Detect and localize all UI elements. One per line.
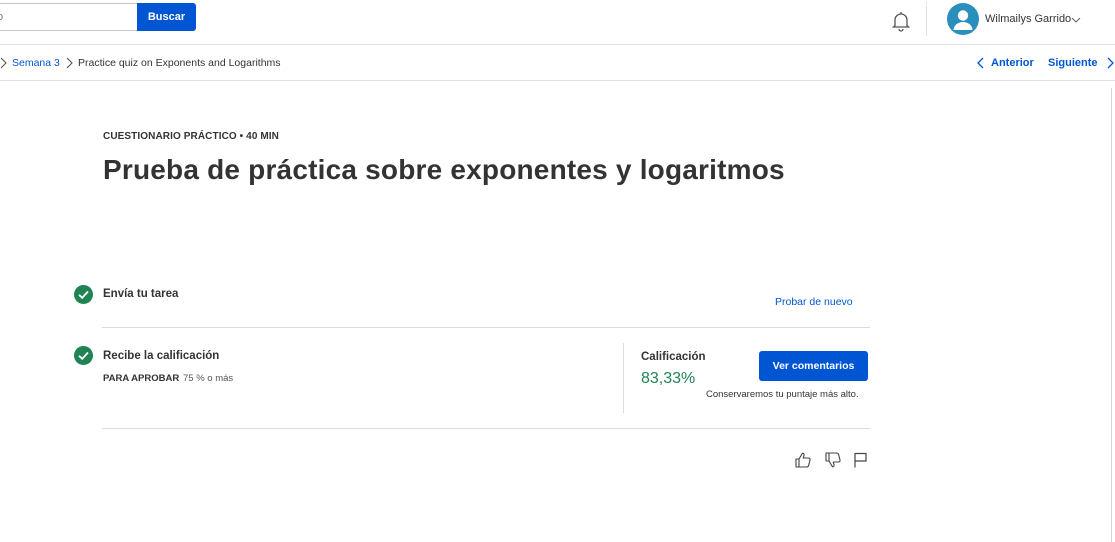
chevron-down-icon[interactable]	[1070, 13, 1082, 25]
page-title: Prueba de práctica sobre exponentes y lo…	[103, 154, 785, 185]
next-label: Siguiente	[1048, 57, 1098, 69]
pass-label: PARA APROBAR	[103, 373, 180, 384]
grade-step-title: Recibe la calificación	[103, 350, 220, 362]
view-feedback-button[interactable]: Ver comentarios	[759, 351, 868, 381]
breadcrumb: Semana 3 Practice quiz on Exponents and …	[0, 45, 1115, 81]
thumbs-up-icon[interactable]	[794, 451, 812, 469]
previous-link[interactable]: Anterior	[976, 55, 1034, 71]
eyebrow-separator: •	[239, 131, 244, 142]
search-button[interactable]: Buscar	[137, 3, 196, 31]
breadcrumb-current: Practice quiz on Exponents and Logarithm…	[78, 57, 281, 69]
grade-value: 83,33%	[641, 370, 696, 387]
scrollbar[interactable]	[1111, 88, 1115, 542]
check-circle-icon	[74, 285, 93, 304]
quiz-duration: 40 MIN	[246, 131, 280, 142]
user-name[interactable]: Wilmailys Garrido	[985, 13, 1071, 25]
chevron-right-icon	[1107, 57, 1114, 69]
search-input[interactable]	[0, 3, 137, 31]
user-avatar-icon[interactable]	[947, 3, 979, 35]
retry-link[interactable]: Probar de nuevo	[775, 296, 853, 308]
breadcrumb-week-link[interactable]: Semana 3	[12, 57, 60, 69]
bell-icon[interactable]	[889, 9, 913, 33]
header-divider	[926, 2, 927, 36]
top-header: Buscar Wilmailys Garrido	[0, 0, 1115, 45]
chevron-right-icon	[0, 56, 8, 70]
check-circle-icon	[74, 346, 93, 365]
divider	[102, 428, 870, 429]
chevron-right-icon	[64, 56, 74, 70]
chevron-left-icon	[977, 57, 984, 69]
quiz-eyebrow: CUESTIONARIO PRÁCTICO • 40 MIN	[103, 131, 279, 142]
next-link[interactable]: Siguiente	[1048, 55, 1115, 71]
thumbs-down-icon[interactable]	[824, 451, 842, 469]
pass-value: 75 % o más	[183, 373, 234, 384]
flag-icon[interactable]	[852, 451, 870, 469]
grade-label: Calificación	[641, 351, 706, 363]
quiz-type: CUESTIONARIO PRÁCTICO	[103, 131, 237, 142]
submit-step-title: Envía tu tarea	[103, 288, 179, 300]
highest-score-note: Conservaremos tu puntaje más alto.	[706, 389, 859, 400]
divider	[102, 327, 870, 328]
previous-label: Anterior	[991, 57, 1034, 69]
grade-divider	[623, 343, 624, 413]
